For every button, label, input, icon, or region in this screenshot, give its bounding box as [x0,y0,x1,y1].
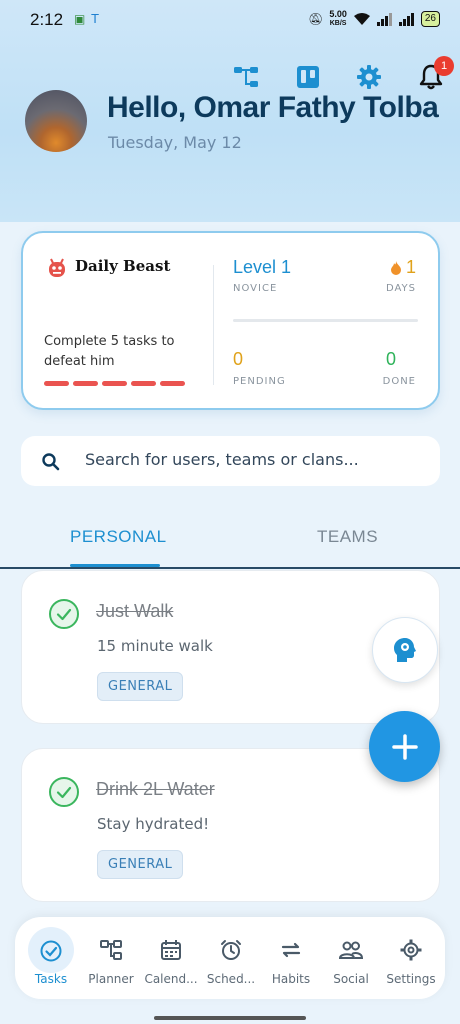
done-count: 0 [385,349,396,369]
nav-habits[interactable]: Habits [260,917,322,999]
status-time: 2:12 [30,10,64,29]
streak-days-label: DAYS [385,283,416,294]
home-indicator[interactable] [154,1016,306,1020]
beast-health-bar [44,381,185,386]
brain-head-icon [394,638,416,662]
app-notification-icon: T [91,12,99,26]
tab-personal[interactable]: PERSONAL [70,527,167,547]
planner-icon [100,940,122,960]
nav-social[interactable]: Social [320,917,382,999]
nav-planner[interactable]: Planner [80,917,142,999]
health-segment [102,381,127,386]
network-speed-unit: KB/S [329,20,347,27]
done-label: DONE [382,376,416,387]
task-subtitle: 15 minute walk [97,637,213,655]
pending-count: 0 [233,349,244,369]
wifi-icon [353,13,370,25]
battery-indicator: 26 [420,11,440,27]
nav-label: Settings [386,972,436,986]
tasks-check-icon [40,940,62,962]
flame-icon [390,260,401,275]
greeting-title: Hello, Omar Fathy Tolba [107,91,439,124]
search-input[interactable] [85,450,415,469]
health-segment [160,381,185,386]
completed-check-icon[interactable] [48,598,80,630]
task-title: Just Walk [96,601,174,621]
task-subtitle: Stay hydrated! [97,815,210,833]
network-speed: 5.00 KB/S [329,10,347,28]
notification-bell-button[interactable]: 1 [418,56,454,90]
status-bar: 2:12 ▣ T 🔕︎ 5.00 KB/S 26 [0,0,460,40]
search-icon [42,453,60,471]
notification-count-badge: 1 [434,56,454,76]
task-category-tag: GENERAL [97,850,184,879]
beast-icon [49,258,65,277]
bottom-navigation: Tasks Planner Calend... Sched... Habits … [15,917,445,999]
status-notification-icons: ▣ T [74,12,99,26]
nav-settings[interactable]: Settings [380,917,442,999]
nav-label: Habits [271,972,311,986]
health-segment [73,381,98,386]
status-right: 🔕︎ 5.00 KB/S 26 [308,10,440,28]
beast-description: Complete 5 tasks to defeat him [44,334,175,369]
task-title: Drink 2L Water [96,779,215,799]
people-icon [339,941,363,959]
plus-icon [391,733,418,760]
tab-divider [0,567,460,569]
rank-label: NOVICE [233,283,278,294]
streak-days: 1 [390,257,416,278]
app-notification-icon: ▣ [74,12,86,26]
signal-icon [376,12,392,26]
card-divider [213,265,214,385]
tab-teams[interactable]: TEAMS [317,527,378,547]
nav-label: Calend... [144,972,198,986]
nav-schedule[interactable]: Sched... [200,917,262,999]
nav-label: Tasks [34,972,68,986]
calendar-icon [161,940,181,960]
repeat-icon [281,942,301,958]
task-card[interactable]: Drink 2L Water Stay hydrated! GENERAL [21,748,440,902]
streak-days-value: 1 [405,257,416,277]
nav-label: Social [333,972,369,986]
current-date: Tuesday, May 12 [108,133,242,152]
completed-check-icon[interactable] [48,776,80,808]
signal-icon [398,12,414,26]
level-value: Level 1 [233,257,292,277]
hierarchy-icon[interactable] [233,64,259,90]
search-bar[interactable] [21,436,440,486]
health-segment [44,381,69,386]
daily-beast-card[interactable]: Daily Beast Complete 5 tasks to defeat h… [21,231,440,410]
health-segment [131,381,156,386]
nav-label: Sched... [206,972,256,986]
mute-icon: 🔕︎ [308,12,324,26]
xp-progress-bar [233,319,418,322]
alarm-clock-icon [221,940,241,960]
pending-label: PENDING [233,376,286,387]
ai-assistant-button[interactable] [372,617,438,683]
settings-gear-icon [400,939,422,961]
avatar[interactable] [25,90,87,152]
nav-tasks[interactable]: Tasks [20,917,82,999]
beast-title: Daily Beast [75,257,171,275]
nav-calendar[interactable]: Calend... [140,917,202,999]
tab-bar: PERSONAL TEAMS [0,515,460,569]
add-task-button[interactable] [369,711,440,782]
task-category-tag: GENERAL [97,672,184,701]
settings-gear-icon[interactable] [356,64,382,90]
network-speed-value: 5.00 [329,9,347,19]
nav-label: Planner [88,972,134,986]
kanban-board-icon[interactable] [295,64,321,90]
